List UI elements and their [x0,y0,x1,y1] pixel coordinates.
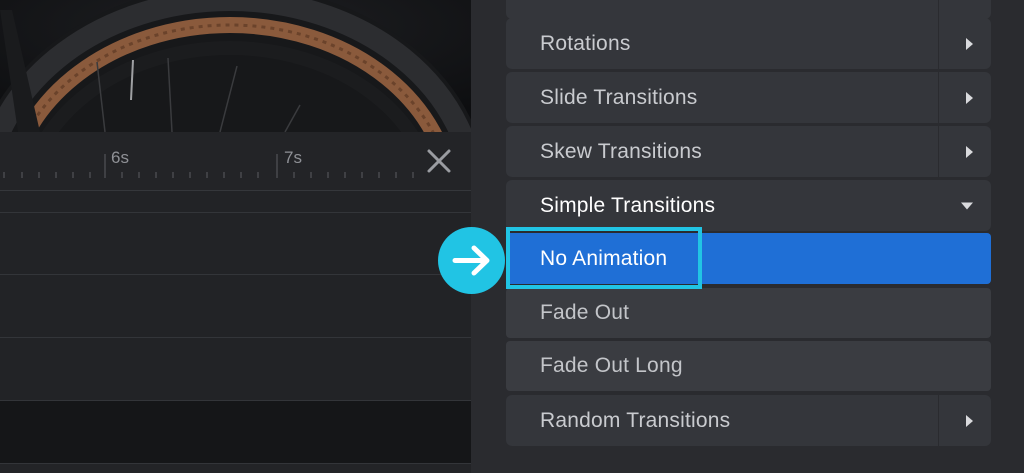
timeline-panel: 6s 7s [0,132,471,473]
chevron-right-icon [966,145,973,158]
chevron-right-icon [966,91,973,104]
bicycle-wheel-image [0,0,471,132]
slide-preview [0,0,471,132]
timeline-track[interactable] [0,213,471,275]
tick-label-6s: 6s [111,148,129,167]
menu-item-separator [938,72,939,123]
menu-item-no-animation[interactable]: No Animation [506,233,991,284]
tutorial-pointer [438,227,505,294]
menu-item-previous[interactable] [506,0,991,19]
tick-label-7s: 7s [284,148,302,167]
chevron-down-icon [961,202,973,209]
menu-item-label: Fade Out [540,301,630,324]
menu-item-label: Random Transitions [540,408,731,432]
menu-item-simple-transitions[interactable]: Simple Transitions [506,180,991,231]
menu-item-label: Fade Out Long [540,354,683,377]
menu-item-skew-transitions[interactable]: Skew Transitions [506,126,991,177]
menu-item-label: Rotations [540,31,631,55]
transition-menu-panel: Rotations Slide Transitions Skew Transit… [471,0,1024,473]
menu-item-label: Skew Transitions [540,139,702,163]
menu-item-label: Simple Transitions [540,193,716,217]
time-ruler[interactable]: 6s 7s [0,132,471,191]
timeline-track[interactable] [0,191,471,213]
menu-item-separator [938,395,939,446]
menu-item-rotations[interactable]: Rotations [506,18,991,69]
timeline-track[interactable] [0,401,471,464]
chevron-right-icon [966,414,973,427]
menu-item-fade-out-long[interactable]: Fade Out Long [506,341,991,391]
menu-item-separator [938,0,939,19]
timeline-track[interactable] [0,275,471,338]
arrow-right-icon [452,245,490,276]
chevron-right-icon [966,37,973,50]
menu-item-separator [938,18,939,69]
menu-item-label: No Animation [540,246,668,270]
menu-item-slide-transitions[interactable]: Slide Transitions [506,72,991,123]
close-timeline-button[interactable] [424,146,454,176]
menu-item-label: Slide Transitions [540,85,698,109]
timeline-track[interactable] [0,338,471,401]
close-icon [427,149,451,173]
menu-item-random-transitions[interactable]: Random Transitions [506,395,991,446]
menu-item-separator [938,126,939,177]
menu-item-fade-out[interactable]: Fade Out [506,288,991,338]
ruler-ticks [3,154,414,178]
